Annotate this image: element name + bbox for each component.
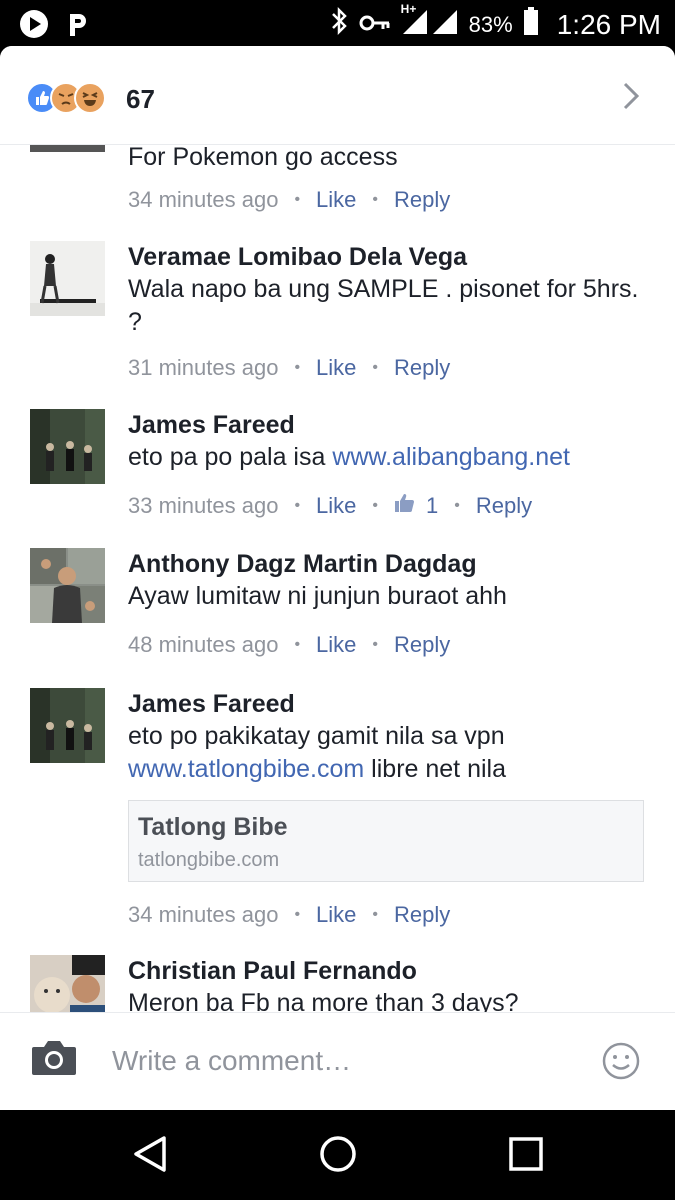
- avatar[interactable]: [30, 409, 105, 484]
- reactions-bar[interactable]: 67: [0, 46, 675, 146]
- network-type-label: H+: [400, 2, 417, 16]
- like-button[interactable]: Like: [316, 355, 356, 381]
- commenter-name[interactable]: Veramae Lomibao Dela Vega: [128, 241, 648, 273]
- comment-input[interactable]: [112, 1041, 572, 1081]
- comment-actions: 33 minutes ago • Like • 1 • Reply: [128, 493, 532, 519]
- home-icon[interactable]: [318, 1134, 358, 1179]
- thumbs-up-icon: [394, 493, 416, 519]
- reply-button[interactable]: Reply: [394, 355, 450, 381]
- avatar[interactable]: [30, 145, 105, 152]
- comment-actions: 34 minutes ago • Like • Reply: [128, 187, 450, 213]
- comment-text: eto pa po pala isa www.alibangbang.net: [128, 441, 648, 474]
- separator-dot: •: [372, 906, 379, 923]
- avatar[interactable]: [30, 955, 105, 1012]
- link-preview-domain: tatlongbibe.com: [138, 849, 280, 871]
- comment-time[interactable]: 34 minutes ago: [128, 902, 278, 928]
- comment-time[interactable]: 33 minutes ago: [128, 493, 278, 519]
- comment-composer: [0, 1012, 675, 1110]
- separator-dot: •: [294, 906, 301, 923]
- comment-text: Meron ba Fb na more than 3 days?: [128, 989, 519, 1012]
- comment-text-prefix: eto pa po pala isa: [128, 443, 333, 471]
- comment-text: Ayaw lumitaw ni junjun buraot ahh: [128, 582, 507, 610]
- separator-dot: •: [372, 497, 379, 514]
- comment-time[interactable]: 34 minutes ago: [128, 187, 278, 213]
- separator-dot: •: [372, 636, 379, 653]
- emoji-icon[interactable]: [601, 1041, 641, 1086]
- like-button[interactable]: Like: [316, 902, 356, 928]
- haha-reaction-icon: [74, 82, 106, 114]
- comment-text-line2: www.tatlongbibe.com libre net nila: [128, 753, 648, 786]
- separator-dot: •: [372, 359, 379, 376]
- comment-actions: 31 minutes ago • Like • Reply: [128, 355, 450, 381]
- commenter-name[interactable]: Christian Paul Fernando: [128, 955, 648, 987]
- p-app-icon: [66, 8, 90, 45]
- reaction-count[interactable]: 67: [126, 84, 155, 115]
- bluetooth-icon: [329, 6, 349, 43]
- like-count[interactable]: 1: [394, 493, 438, 519]
- like-button[interactable]: Like: [316, 187, 356, 213]
- recent-apps-icon[interactable]: [508, 1134, 544, 1179]
- like-button[interactable]: Like: [316, 632, 356, 658]
- vpn-key-icon: [359, 9, 391, 40]
- link-preview-card[interactable]: Tatlong Bibe tatlongbibe.com: [128, 800, 644, 882]
- chevron-right-icon[interactable]: [621, 80, 641, 117]
- play-app-icon: [18, 8, 50, 45]
- like-count-number: 1: [426, 493, 439, 518]
- reply-button[interactable]: Reply: [394, 632, 450, 658]
- battery-icon: [523, 6, 539, 43]
- separator-dot: •: [294, 359, 301, 376]
- reply-button[interactable]: Reply: [394, 187, 450, 213]
- comment-link[interactable]: www.alibangbang.net: [332, 443, 570, 471]
- comment-list[interactable]: For Pokemon go access 34 minutes ago • L…: [0, 144, 675, 1012]
- link-preview-title: Tatlong Bibe: [138, 813, 288, 841]
- separator-dot: •: [294, 636, 301, 653]
- like-button[interactable]: Like: [316, 493, 356, 519]
- avatar[interactable]: [30, 548, 105, 623]
- comment-actions: 34 minutes ago • Like • Reply: [128, 902, 450, 928]
- separator-dot: •: [294, 191, 301, 208]
- reply-button[interactable]: Reply: [476, 493, 532, 519]
- commenter-name[interactable]: James Fareed: [128, 409, 648, 441]
- comment-time[interactable]: 48 minutes ago: [128, 632, 278, 658]
- comment-actions: 48 minutes ago • Like • Reply: [128, 632, 450, 658]
- back-icon[interactable]: [132, 1134, 168, 1179]
- battery-percent: 83%: [468, 11, 513, 37]
- reply-button[interactable]: Reply: [394, 902, 450, 928]
- separator-dot: •: [294, 497, 301, 514]
- avatar[interactable]: [30, 241, 105, 316]
- comment-text: Wala napo ba ung SAMPLE . pisonet for 5h…: [128, 275, 639, 336]
- separator-dot: •: [372, 191, 379, 208]
- comment-text: eto po pakikatay gamit nila sa vpn: [128, 722, 505, 750]
- camera-icon[interactable]: [30, 1037, 78, 1082]
- android-nav-bar: [0, 1110, 675, 1200]
- comment-text: For Pokemon go access: [128, 144, 398, 171]
- comment-time[interactable]: 31 minutes ago: [128, 355, 278, 381]
- avatar[interactable]: [30, 688, 105, 763]
- reaction-icons: [26, 82, 106, 114]
- commenter-name[interactable]: James Fareed: [128, 688, 648, 720]
- comment-text-suffix: libre net nila: [364, 755, 506, 783]
- commenter-name[interactable]: Anthony Dagz Martin Dagdag: [128, 548, 648, 580]
- comments-sheet: 67 For Pokemon go access 34 minutes ago …: [0, 46, 675, 1110]
- signal-icon: H+: [401, 2, 459, 43]
- status-bar: H+ 83% 1:26 PM: [0, 0, 675, 46]
- clock: 1:26 PM: [556, 8, 661, 40]
- comment-link[interactable]: www.tatlongbibe.com: [128, 755, 364, 783]
- separator-dot: •: [454, 497, 460, 514]
